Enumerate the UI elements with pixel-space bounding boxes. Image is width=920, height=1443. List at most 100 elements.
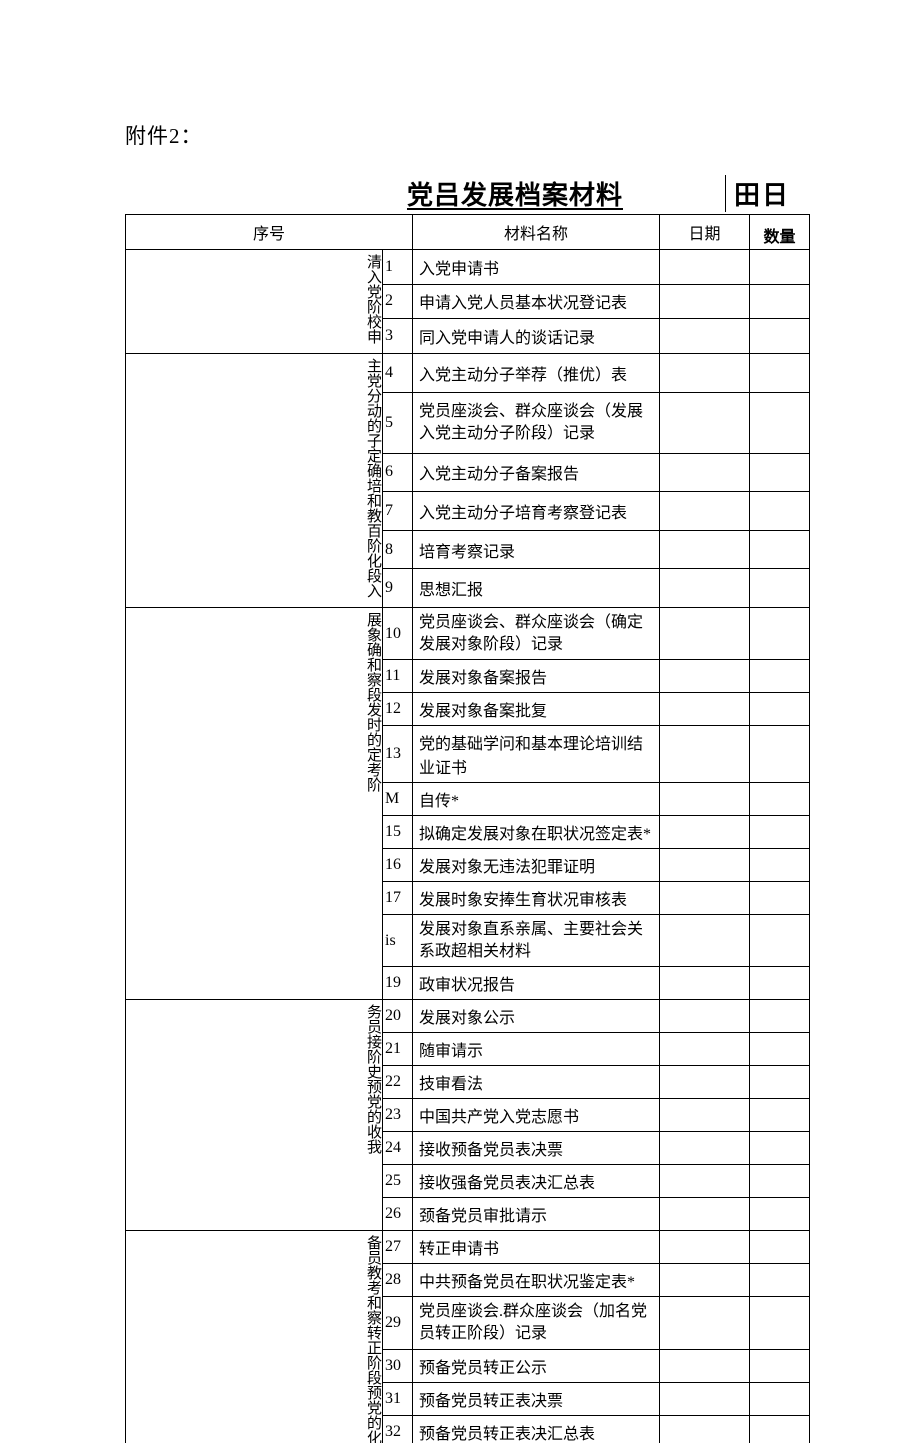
date-cell [660, 1231, 750, 1264]
row-number: 15 [383, 816, 413, 849]
date-cell [660, 1297, 750, 1349]
header-date: 日期 [660, 215, 750, 250]
qty-cell [750, 530, 810, 569]
material-name: 党员座谈会、群众座谈会（确定发展对象阶段）记录 [413, 608, 660, 660]
row-number: 23 [383, 1099, 413, 1132]
stage-label: 展象确和察段发时的定考阶 [364, 612, 380, 792]
qty-cell [750, 1033, 810, 1066]
material-name: 发展对象无违法犯罪证明 [413, 849, 660, 882]
qty-cell [750, 492, 810, 531]
date-cell [660, 354, 750, 393]
row-number: 25 [383, 1165, 413, 1198]
material-name: 自传* [413, 783, 660, 816]
row-number: 30 [383, 1349, 413, 1382]
material-name: 申请入党人员基本状况登记表 [413, 284, 660, 319]
date-cell [660, 1382, 750, 1415]
title-suffix: 田日 [725, 175, 810, 212]
material-name: 党员座淡会、群众座谈会（发展入党主动分子阶段）记录 [413, 392, 660, 453]
row-number: 1 [383, 250, 413, 285]
row-number: 29 [383, 1297, 413, 1349]
stage-cell: 主党分动的子定确培和教百阶化段入 [126, 354, 383, 608]
row-number: 12 [383, 693, 413, 726]
date-cell [660, 1033, 750, 1066]
date-cell [660, 1132, 750, 1165]
row-number: 4 [383, 354, 413, 393]
header-qty: 数量 [750, 215, 810, 250]
row-number: 32 [383, 1415, 413, 1443]
qty-cell [750, 816, 810, 849]
material-name: 接收预备党员表决票 [413, 1132, 660, 1165]
date-cell [660, 319, 750, 354]
material-name: 预备党员转正公示 [413, 1349, 660, 1382]
stage-label: 备员教考和察转正阶段预党的化 [364, 1235, 380, 1443]
materials-table: 序号 材料名称 日期 数量 清入党阶校申1入党申请书2申请入党人员基本状况登记表… [125, 214, 810, 1443]
material-name: 中共预备党员在职状况鉴定表* [413, 1264, 660, 1297]
qty-cell [750, 1066, 810, 1099]
material-name: 转正申请书 [413, 1231, 660, 1264]
row-number: 19 [383, 967, 413, 1000]
date-cell [660, 882, 750, 915]
row-number: 6 [383, 453, 413, 492]
qty-cell [750, 967, 810, 1000]
qty-cell [750, 608, 810, 660]
stage-cell: 务员接阶史预党的收我 [126, 1000, 383, 1231]
material-name: 党的基础学问和基本理论培训结业证书 [413, 726, 660, 783]
qty-cell [750, 354, 810, 393]
row-number: is [383, 915, 413, 967]
material-name: 发展对象备案批复 [413, 693, 660, 726]
material-name: 入党申请书 [413, 250, 660, 285]
material-name: 培育考察记录 [413, 530, 660, 569]
date-cell [660, 1198, 750, 1231]
material-name: 预备党员转正表决票 [413, 1382, 660, 1415]
row-number: M [383, 783, 413, 816]
header-name: 材料名称 [413, 215, 660, 250]
row-number: 20 [383, 1000, 413, 1033]
date-cell [660, 608, 750, 660]
date-cell [660, 284, 750, 319]
qty-cell [750, 392, 810, 453]
date-cell [660, 849, 750, 882]
qty-cell [750, 1165, 810, 1198]
qty-cell [750, 693, 810, 726]
qty-cell [750, 849, 810, 882]
row-number: 22 [383, 1066, 413, 1099]
row-number: 28 [383, 1264, 413, 1297]
date-cell [660, 967, 750, 1000]
qty-cell [750, 284, 810, 319]
date-cell [660, 693, 750, 726]
qty-cell [750, 660, 810, 693]
material-name: 党员座谈会.群众座谈会（加名党员转正阶段）记录 [413, 1297, 660, 1349]
row-number: 17 [383, 882, 413, 915]
material-name: 思想汇报 [413, 569, 660, 608]
table-header-row: 序号 材料名称 日期 数量 [126, 215, 810, 250]
date-cell [660, 1066, 750, 1099]
date-cell [660, 1415, 750, 1443]
header-seq: 序号 [126, 215, 413, 250]
stage-label: 清入党阶校申 [364, 254, 380, 344]
row-number: 16 [383, 849, 413, 882]
date-cell [660, 783, 750, 816]
row-number: 3 [383, 319, 413, 354]
page-title: 党吕发展档案材料 [125, 175, 725, 212]
row-number: 7 [383, 492, 413, 531]
material-name: 发展对象公示 [413, 1000, 660, 1033]
stage-label: 务员接阶史预党的收我 [364, 1004, 380, 1154]
material-name: 接收强备党员表决汇总表 [413, 1165, 660, 1198]
title-row: 党吕发展档案材料 田日 [125, 175, 810, 212]
qty-cell [750, 882, 810, 915]
material-name: 预备党员转正表决汇总表 [413, 1415, 660, 1443]
stage-cell: 展象确和察段发时的定考阶 [126, 608, 383, 1000]
qty-cell [750, 783, 810, 816]
material-name: 入党主动分子举荐（推优）表 [413, 354, 660, 393]
material-name: 政审状况报告 [413, 967, 660, 1000]
row-number: 13 [383, 726, 413, 783]
row-number: 31 [383, 1382, 413, 1415]
row-number: 10 [383, 608, 413, 660]
qty-cell [750, 1198, 810, 1231]
date-cell [660, 915, 750, 967]
row-number: 26 [383, 1198, 413, 1231]
qty-cell [750, 569, 810, 608]
material-name: 入党主动分子备案报告 [413, 453, 660, 492]
qty-cell [750, 319, 810, 354]
qty-cell [750, 1264, 810, 1297]
